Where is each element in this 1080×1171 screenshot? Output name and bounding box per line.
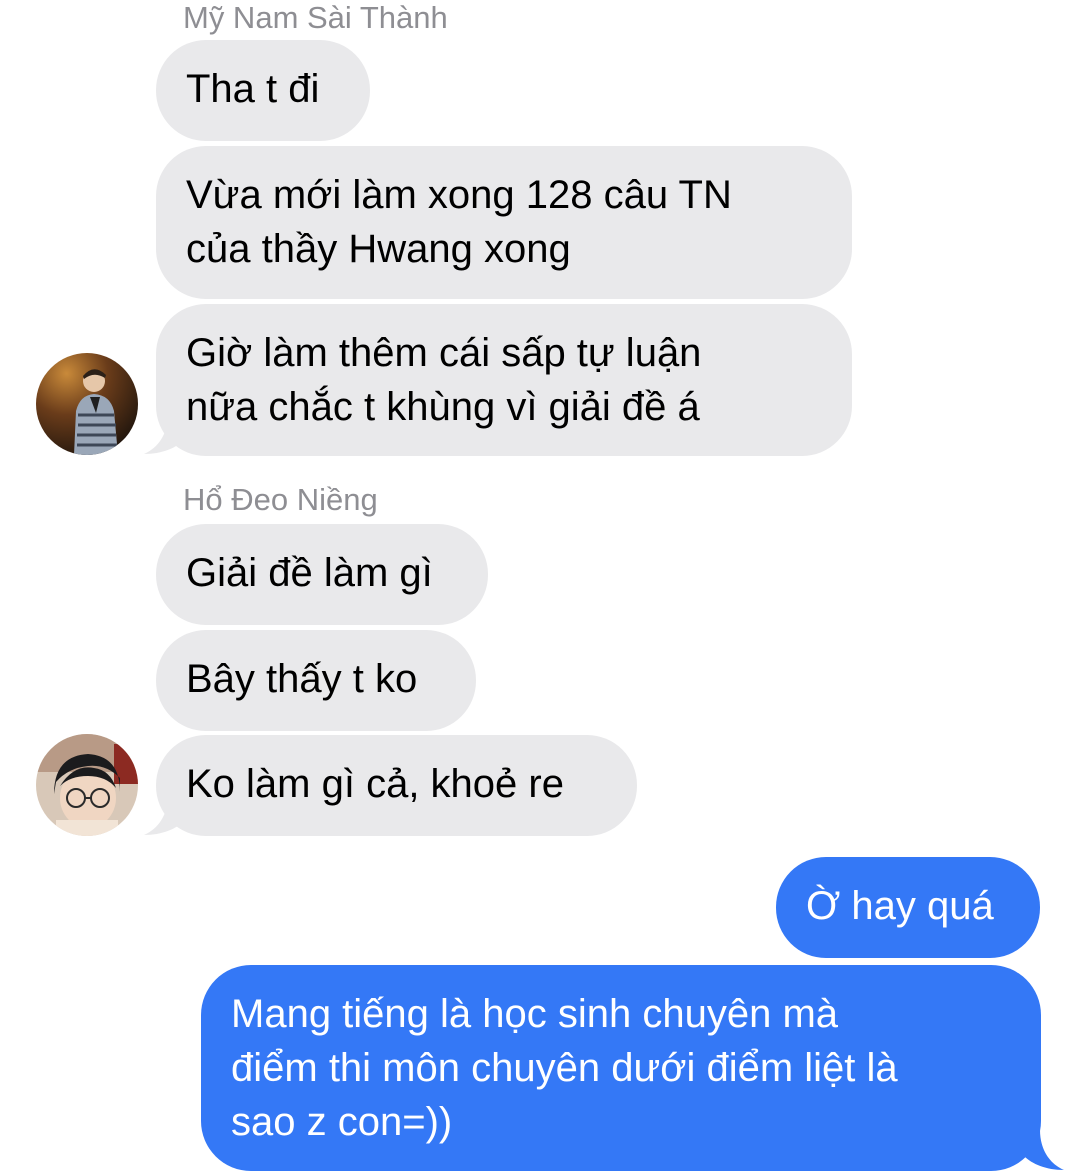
message-bubble[interactable]: Ko làm gì cả, khoẻ re — [156, 735, 637, 836]
message-bubble[interactable]: Giải đề làm gì — [156, 524, 488, 625]
message-line: Tha t đi — [186, 67, 320, 111]
message-bubble[interactable]: Mang tiếng là học sinh chuyên mà điểm th… — [201, 965, 1041, 1171]
message-bubble[interactable]: Tha t đi — [156, 40, 370, 141]
avatar-photo-icon — [36, 734, 138, 836]
message-bubble[interactable]: Vừa mới làm xong 128 câu TN của thầy Hwa… — [156, 146, 852, 299]
sender-name: Hổ Đeo Niềng — [183, 482, 378, 517]
message-line: điểm thi môn chuyên dưới điểm liệt là — [231, 1046, 898, 1090]
contact-avatar[interactable] — [36, 353, 138, 455]
sender-name: Mỹ Nam Sài Thành — [183, 0, 448, 35]
message-line: Bây thấy t ko — [186, 657, 418, 701]
message-line: Mang tiếng là học sinh chuyên mà — [231, 992, 839, 1036]
message-bubble[interactable]: Ờ hay quá — [776, 857, 1040, 958]
avatar-photo-icon — [36, 353, 138, 455]
message-bubble[interactable]: Bây thấy t ko — [156, 630, 476, 731]
message-line: Giờ làm thêm cái sấp tự luận — [186, 331, 702, 375]
message-line: sao z con=)) — [231, 1100, 453, 1144]
message-line: Vừa mới làm xong 128 câu TN — [186, 173, 732, 217]
message-bubble[interactable]: Giờ làm thêm cái sấp tự luận nữa chắc t … — [156, 304, 852, 456]
message-line: Giải đề làm gì — [186, 551, 433, 595]
message-line: Ko làm gì cả, khoẻ re — [186, 762, 564, 806]
message-line: nữa chắc t khùng vì giải đề á — [186, 385, 700, 429]
message-line: Ờ hay quá — [806, 884, 994, 928]
message-line: của thầy Hwang xong — [186, 227, 571, 271]
contact-avatar[interactable] — [36, 734, 138, 836]
